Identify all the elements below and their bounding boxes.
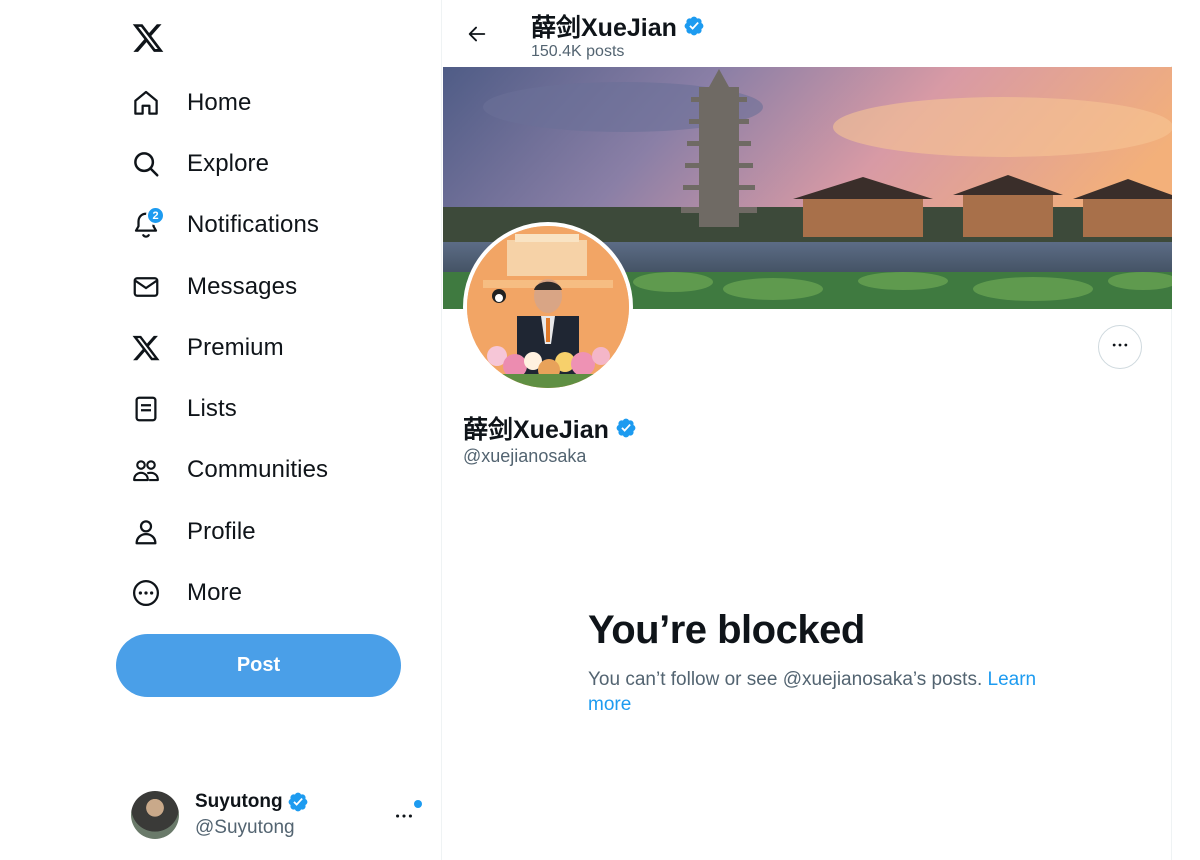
profile-header-bar: 薛剑XueJian 150.4K posts bbox=[443, 0, 1172, 66]
profile-handle: @xuejianosaka bbox=[463, 446, 587, 466]
profile-display-name: 薛剑XueJian bbox=[463, 416, 609, 444]
nav-item-explore[interactable]: Explore bbox=[116, 133, 416, 194]
profile-more-button[interactable] bbox=[1098, 325, 1142, 369]
nav-label-notifications: Notifications bbox=[187, 211, 320, 239]
nav-item-more[interactable]: More bbox=[116, 562, 416, 623]
nav-label-profile: Profile bbox=[187, 517, 256, 545]
account-switcher[interactable]: Suyutong @Suyutong bbox=[116, 780, 426, 850]
avatar bbox=[131, 791, 179, 839]
blocked-description: You can’t follow or see @xuejianosaka’s … bbox=[588, 667, 1048, 717]
nav-item-notifications[interactable]: 2 Notifications bbox=[116, 195, 416, 256]
nav-label-communities: Communities bbox=[187, 456, 329, 484]
nav-item-premium[interactable]: Premium bbox=[116, 317, 416, 378]
x-logo-icon[interactable] bbox=[128, 18, 168, 58]
nav-item-profile[interactable]: Profile bbox=[116, 501, 416, 562]
nav-item-messages[interactable]: Messages bbox=[116, 256, 416, 317]
blocked-notice: You’re blocked You can’t follow or see @… bbox=[588, 608, 1048, 717]
more-circle-icon bbox=[130, 577, 162, 609]
nav-label-more: More bbox=[187, 579, 243, 607]
people-icon bbox=[130, 454, 162, 486]
nav-item-home[interactable]: Home bbox=[116, 72, 416, 133]
bell-icon: 2 bbox=[130, 206, 165, 241]
post-button[interactable]: Post bbox=[116, 634, 401, 697]
verified-badge-icon bbox=[683, 15, 705, 37]
nav-label-messages: Messages bbox=[187, 272, 298, 300]
person-icon bbox=[130, 516, 162, 548]
nav-item-communities[interactable]: Communities bbox=[116, 440, 416, 501]
envelope-icon bbox=[130, 271, 162, 303]
account-name: Suyutong bbox=[195, 791, 283, 812]
profile-avatar[interactable] bbox=[463, 222, 633, 392]
search-icon bbox=[130, 148, 162, 180]
primary-nav: Home Explore 2 Notifications Messages Pr… bbox=[116, 72, 416, 624]
profile-name-row: 薛剑XueJian bbox=[463, 410, 637, 446]
nav-label-explore: Explore bbox=[187, 149, 270, 177]
nav-label-premium: Premium bbox=[187, 333, 284, 361]
back-arrow-icon[interactable] bbox=[459, 16, 495, 52]
list-icon bbox=[130, 393, 162, 425]
header-post-count: 150.4K posts bbox=[531, 43, 625, 60]
notification-count-badge: 2 bbox=[146, 206, 165, 226]
nav-label-lists: Lists bbox=[187, 395, 237, 423]
sidebar: Home Explore 2 Notifications Messages Pr… bbox=[0, 0, 442, 860]
x-logo-icon bbox=[130, 332, 162, 364]
nav-label-home: Home bbox=[187, 88, 252, 116]
nav-item-lists[interactable]: Lists bbox=[116, 378, 416, 439]
unread-dot-badge bbox=[414, 800, 422, 808]
blocked-description-text: You can’t follow or see @xuejianosaka’s … bbox=[588, 669, 983, 690]
blocked-title: You’re blocked bbox=[588, 608, 865, 652]
ellipsis-icon bbox=[1110, 335, 1130, 360]
header-name-row: 薛剑XueJian bbox=[531, 8, 705, 44]
header-display-name: 薛剑XueJian bbox=[531, 14, 677, 42]
verified-badge-icon bbox=[287, 791, 309, 813]
verified-badge-icon bbox=[615, 417, 637, 439]
profile-column: 薛剑XueJian 150.4K posts 薛剑XueJian @xuejia… bbox=[443, 0, 1172, 860]
home-icon bbox=[130, 87, 162, 119]
